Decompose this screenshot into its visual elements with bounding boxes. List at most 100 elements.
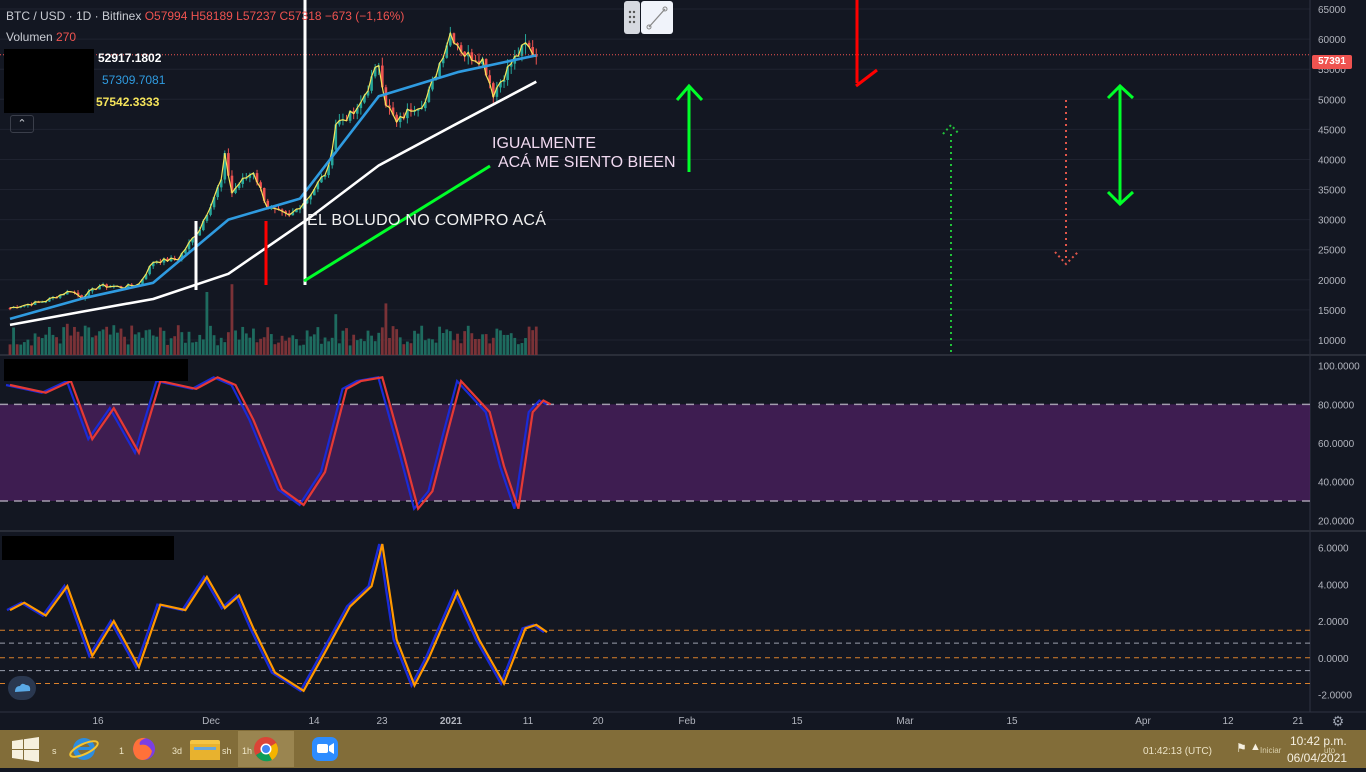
time-tick-label: 21: [1292, 716, 1304, 727]
volume-bar: [337, 343, 341, 355]
price-tick-label: 65000: [1318, 5, 1346, 16]
time-tick-label: 2021: [440, 716, 463, 727]
firefox-icon[interactable]: [116, 731, 168, 767]
chart-background: [0, 0, 1366, 730]
volume-bar: [137, 332, 141, 355]
time-tick-label: 15: [1006, 716, 1018, 727]
volume-bar: [130, 325, 134, 355]
volume-bar: [291, 335, 295, 355]
volume-bar: [370, 335, 373, 355]
stoch-tick-label: 80.0000: [1318, 400, 1355, 411]
volume-bar: [58, 343, 62, 355]
change-value: −673 (−1,16%): [324, 9, 405, 23]
stoch-tick-label: 100.0000: [1318, 362, 1360, 373]
price-tick-label: 25000: [1318, 246, 1346, 257]
gear-icon[interactable]: ⚙: [1330, 713, 1346, 729]
volume-bar: [491, 337, 495, 355]
ma-value-yellow: 57542.3333: [96, 95, 160, 109]
volume-bar: [295, 339, 298, 355]
volume-bar: [520, 343, 524, 355]
windows-start-icon[interactable]: [0, 731, 52, 767]
volume-bar: [123, 336, 126, 355]
volume-bar: [162, 330, 166, 355]
clock-time[interactable]: 10:42 p.m.: [1290, 734, 1347, 748]
clock-date[interactable]: 06/04/2021: [1287, 751, 1347, 765]
time-tick-label: Apr: [1135, 716, 1151, 727]
volume-bar: [334, 314, 338, 355]
volume-bar: [273, 344, 277, 355]
zoom-icon[interactable]: [298, 731, 354, 767]
ie-icon[interactable]: [60, 731, 112, 767]
flag-icon[interactable]: ⚑: [1236, 741, 1247, 755]
osc-tick-label: 2.0000: [1318, 617, 1349, 628]
volume-bar: [395, 329, 399, 355]
volume-bar: [237, 339, 241, 355]
volume-bar: [19, 344, 23, 355]
volume-bar: [33, 333, 37, 355]
volume-bar: [445, 329, 449, 355]
volume-bar: [316, 327, 320, 355]
ma-value-white: 52917.1802: [98, 51, 162, 65]
volume-bar: [420, 325, 424, 355]
volume-bar: [87, 327, 91, 355]
volume-bar: [259, 338, 262, 355]
tradingview-cloud-icon[interactable]: [8, 676, 36, 700]
osc-tick-label: -2.0000: [1318, 690, 1352, 701]
volume-bar: [502, 334, 506, 355]
volume-bar: [112, 325, 116, 355]
redacted-osc-legend: [2, 536, 174, 560]
volume-bar: [448, 331, 452, 355]
annotation-igualmente-1[interactable]: IGUALMENTE: [492, 135, 596, 153]
volume-bar: [30, 345, 33, 355]
chart-canvas[interactable]: 6500060000550005000045000400003500030000…: [0, 0, 1366, 730]
volume-bar: [305, 330, 309, 355]
volume-bar: [427, 338, 431, 355]
volume-bar: [284, 340, 288, 355]
volume-bar: [15, 344, 19, 355]
volume-bar: [101, 329, 105, 355]
volume-bar: [26, 339, 30, 355]
volume-bar: [198, 334, 202, 355]
open-value: O57994: [144, 9, 188, 23]
volume-bar: [51, 334, 55, 355]
volume-bar: [377, 332, 381, 355]
time-tick-label: 14: [308, 716, 320, 727]
osc-tick-label: 6.0000: [1318, 544, 1349, 555]
volume-bar: [94, 335, 98, 355]
volume-bar: [98, 331, 101, 355]
volume-bar: [69, 335, 73, 355]
high-value: H58189: [190, 9, 233, 23]
volume-bar: [452, 340, 456, 355]
volume-bar: [37, 336, 41, 355]
trend-line-icon[interactable]: [641, 1, 673, 34]
annotation-igualmente-2[interactable]: ACÁ ME SIENTO BIEEN: [498, 154, 676, 172]
time-tick-label: 23: [376, 716, 388, 727]
price-tick-label: 45000: [1318, 125, 1346, 136]
volume-bar: [527, 326, 531, 355]
volume-bar: [12, 327, 15, 355]
taskbar-label-1: s: [52, 746, 57, 756]
volume-bar: [191, 342, 194, 355]
time-tick-label: Mar: [896, 716, 914, 727]
volume-bar: [223, 342, 227, 355]
volume-bar: [201, 339, 205, 355]
time-tick-label: 16: [92, 716, 104, 727]
tray-label: Iniciar: [1260, 746, 1282, 755]
volume-bar: [302, 344, 305, 355]
volume-bar: [277, 342, 280, 355]
volume-bar: [180, 332, 184, 355]
annotation-no-compro[interactable]: EL BOLUDO NO COMPRO ACÁ: [307, 212, 546, 230]
volume-bar: [287, 337, 291, 355]
stoch-tick-label: 40.0000: [1318, 478, 1355, 489]
volume-bar: [373, 341, 377, 355]
price-tick-label: 50000: [1318, 95, 1346, 106]
volume-bar: [144, 330, 148, 355]
volume-bar: [388, 337, 391, 355]
volume-bar: [524, 338, 527, 355]
symbol-label[interactable]: BTC / USD · 1D · Bitfinex: [6, 9, 141, 23]
volume-bar: [506, 334, 510, 355]
volume-bar: [405, 341, 409, 355]
volume-bar: [474, 338, 477, 355]
collapse-up-icon[interactable]: ⌃: [10, 115, 34, 133]
drag-handle-icon[interactable]: [624, 1, 640, 34]
